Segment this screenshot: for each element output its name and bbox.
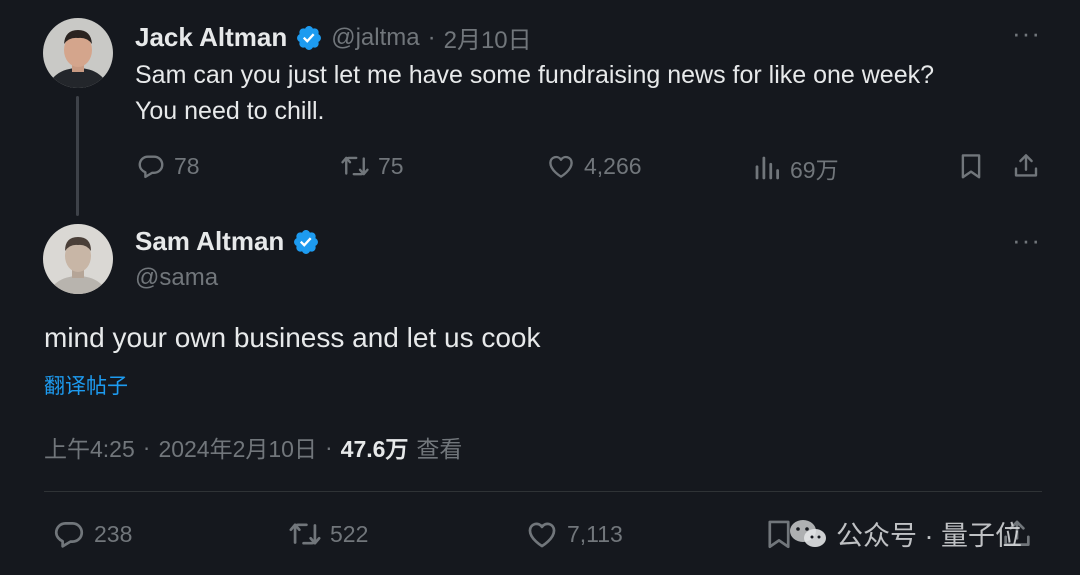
thread-connector-line [76,96,79,216]
views-count: 69万 [790,157,839,183]
analytics-icon [755,156,779,180]
like-button[interactable]: 7,113 [525,517,623,551]
reply-button[interactable]: 78 [136,151,200,181]
more-options-button[interactable]: ··· [1012,18,1041,49]
avatar-jack[interactable] [43,18,113,88]
tweet-time[interactable]: 上午4:25 [44,430,135,464]
retweet-icon [289,523,321,545]
tweet-text: Sam can you just let me have some fundra… [135,57,1035,129]
watermark: 公众号 · 量子位 [788,514,1022,553]
meta-separator: · [427,23,436,51]
meta-separator: · [324,433,333,460]
retweet-count: 75 [378,152,404,179]
reply-count: 238 [94,520,133,547]
retweet-icon [341,156,369,176]
reply-icon [54,522,84,548]
more-options-button[interactable]: ··· [1012,225,1041,256]
share-icon [1014,154,1038,177]
author-handle[interactable]: @sama [135,264,218,292]
retweet-button[interactable]: 522 [288,517,368,551]
share-button[interactable] [1011,151,1041,181]
retweet-count: 522 [330,520,369,547]
author-name[interactable]: Jack Altman [135,22,287,53]
reply-count: 78 [174,152,200,179]
tweet-date[interactable]: 2月10日 [444,20,532,55]
watermark-text: 公众号 · 量子位 [836,521,1022,551]
heart-icon [549,155,573,178]
like-count: 7,113 [567,520,623,547]
author-name[interactable]: Sam Altman [135,226,284,257]
views-count: 47.6万 [340,436,409,462]
verified-badge-icon [297,25,322,50]
bookmark-button[interactable] [956,151,986,181]
translate-post-link[interactable]: 翻译帖子 [44,370,128,400]
views-button[interactable]: 69万 [752,151,839,185]
tweet-text: mind your own business and let us cook [44,322,541,353]
tweet-text-line: Sam can you just let me have some fundra… [135,61,935,89]
reply-icon [138,155,164,179]
author-handle[interactable]: @jaltma [331,24,419,52]
tweet-date[interactable]: 2024年2月10日 [158,430,317,464]
like-count: 4,266 [584,152,642,179]
meta-separator: · [142,433,151,460]
views-label: 查看 [416,436,463,462]
retweet-button[interactable]: 75 [340,151,404,181]
divider [44,491,1042,492]
verified-badge-icon [294,229,319,254]
like-button[interactable]: 4,266 [546,151,642,181]
avatar-sam[interactable] [43,224,113,294]
tweet-text-line: You need to chill. [135,97,325,125]
bookmark-icon [961,154,981,179]
heart-icon [528,522,556,548]
reply-button[interactable]: 238 [52,517,132,551]
wechat-icon [790,519,826,547]
